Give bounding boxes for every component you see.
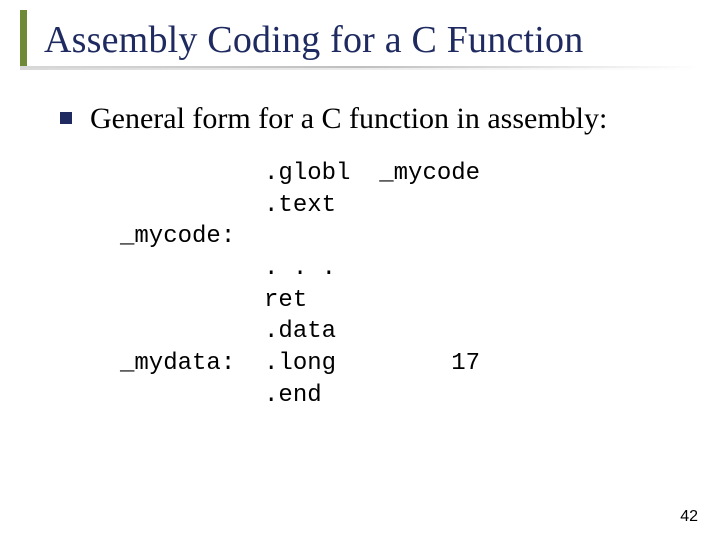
slide-title: Assembly Coding for a C Function xyxy=(44,18,583,62)
slide: Assembly Coding for a C Function General… xyxy=(0,0,720,540)
bullet-row: General form for a C function in assembl… xyxy=(60,100,700,138)
code-line: .data xyxy=(120,318,336,345)
code-line: .end xyxy=(120,382,322,409)
page-number: 42 xyxy=(680,508,698,526)
assembly-code: .globl _mycode .text _mycode: . . . ret … xyxy=(120,158,480,411)
code-line: .text xyxy=(120,192,336,219)
code-line: .globl _mycode xyxy=(120,160,480,187)
accent-bar xyxy=(20,10,27,68)
slide-body: General form for a C function in assembl… xyxy=(60,100,700,138)
bullet-text: General form for a C function in assembl… xyxy=(90,100,607,138)
title-underline-shadow xyxy=(20,68,700,70)
code-line: . . . xyxy=(120,255,336,282)
code-line: _mydata: .long 17 xyxy=(120,350,480,377)
square-bullet-icon xyxy=(60,112,72,124)
code-line: _mycode: xyxy=(120,223,235,250)
code-line: ret xyxy=(120,287,307,314)
